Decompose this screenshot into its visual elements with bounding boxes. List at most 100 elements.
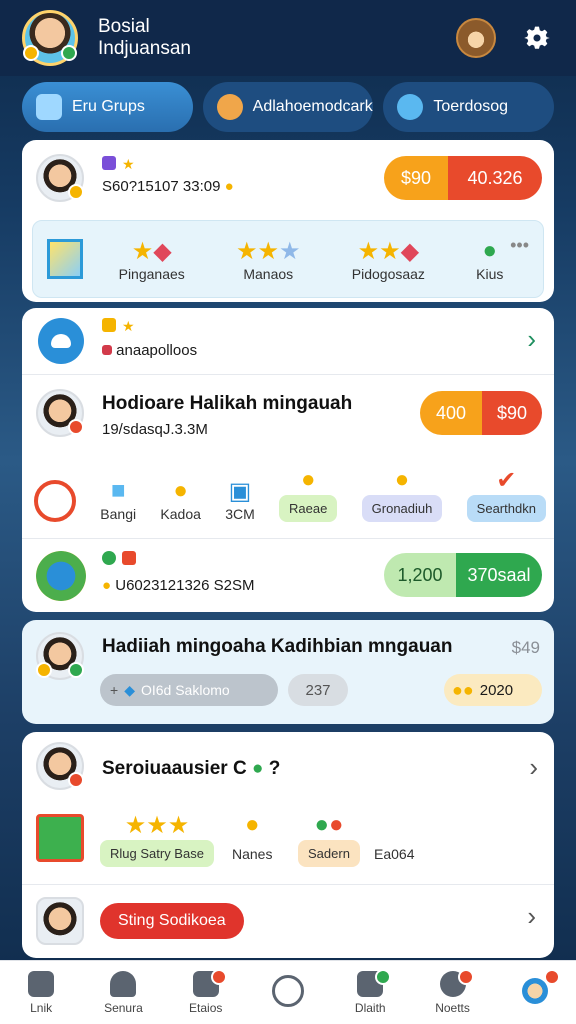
app-title: Bosial Indjuansan: [98, 16, 191, 60]
box-icon: ■: [110, 477, 126, 504]
event-item[interactable]: Ea064: [374, 810, 414, 868]
notification-dot-icon: [457, 969, 474, 985]
target-icon[interactable]: [34, 480, 76, 522]
chat-icon: [102, 156, 116, 170]
chevron-right-icon[interactable]: ›: [527, 324, 536, 355]
item-label: Ea064: [374, 846, 415, 862]
activity-card: ★ anaapolloos › Hodioare Halikah mingaua…: [22, 308, 554, 612]
offer-card: Hadiiah mingoaha Kadihbian mngauan $49 +…: [22, 620, 554, 724]
notification-dot-icon: [543, 969, 560, 985]
user-avatar[interactable]: [36, 154, 84, 202]
nav-label: Senura: [104, 1000, 143, 1015]
reward-label: Pinganaes: [118, 266, 185, 282]
notification-dot-icon: [210, 969, 227, 985]
nav-label: Etaios: [189, 1000, 223, 1015]
reward-row: ● U6023121326 S2SM 1,200 370saal: [22, 538, 554, 612]
home-icon: [28, 970, 55, 997]
action-row: Sting Sodikoea ›: [22, 884, 554, 958]
user-avatar[interactable]: [36, 632, 84, 680]
chip-label: Sadern: [298, 840, 360, 867]
balance-pill[interactable]: $90 40.326: [384, 156, 542, 200]
reward-item[interactable]: ★★ ★ Manaos: [236, 236, 301, 283]
user-avatar[interactable]: [36, 389, 84, 437]
monkey-avatar-icon[interactable]: [456, 18, 496, 58]
gift-item-label: 3CM: [225, 506, 255, 522]
wheel-icon[interactable]: [36, 551, 86, 601]
price-right: $90: [482, 391, 542, 435]
item-label: Nanes: [232, 846, 273, 862]
character-icon: [521, 977, 548, 1004]
reward-label: Kius: [476, 266, 504, 282]
tab-admin[interactable]: Adlahoemodcark: [202, 82, 374, 132]
user-avatar[interactable]: [36, 897, 84, 945]
offer-coins-chip[interactable]: ●● 2020: [444, 674, 542, 706]
profile-avatar[interactable]: [22, 10, 78, 66]
notification-dot-icon: [375, 969, 392, 985]
check-icon: ✔: [496, 466, 517, 494]
tab-label: Adlahoemodcark: [252, 98, 373, 115]
gift-chip[interactable]: ● Raeae: [279, 465, 338, 522]
tab-tournament[interactable]: Toerdosog: [383, 82, 555, 132]
chip-label: Searthdkn: [466, 495, 546, 522]
nav-chat[interactable]: Dlaith: [329, 961, 411, 1024]
gift-chip[interactable]: ✔ Searthdkn: [466, 465, 546, 522]
nav-label: Lnik: [30, 1000, 53, 1015]
leaf-icon: ●: [482, 237, 498, 264]
nav-rocket[interactable]: Senura: [82, 961, 164, 1024]
star-icon: ★★: [357, 237, 401, 265]
more-icon[interactable]: •••: [510, 235, 529, 256]
gift-price-pill[interactable]: 400 $90: [420, 391, 542, 435]
chevron-right-icon[interactable]: ›: [527, 901, 536, 932]
gift-chip[interactable]: ● Gronadiuh: [361, 465, 443, 522]
star-icon: ★★★: [124, 811, 190, 839]
feather-icon: ◆: [400, 237, 420, 265]
star-icon: ★: [122, 156, 135, 172]
offer-title: Hadiiah mingoaha Kadihbian mngauan: [102, 636, 453, 657]
emoji-icon: ●: [224, 178, 234, 195]
reward-item[interactable]: ★★ ◆ Pidogosaaz: [351, 236, 425, 283]
gift-item[interactable]: ■ Bangi: [100, 476, 136, 522]
user-avatar[interactable]: [36, 742, 84, 790]
tag-icon: [122, 551, 136, 565]
plus-icon: +: [110, 682, 119, 698]
gift-subtitle: 19/sdasqJ.3.3M: [102, 421, 208, 438]
offer-chip-left[interactable]: + ◆ OI6d Saklomo: [100, 674, 278, 706]
gift-item[interactable]: ● Kadoa: [160, 476, 200, 522]
nav-tasks[interactable]: Etaios: [165, 961, 247, 1024]
tab-groups[interactable]: Eru Grups: [22, 82, 193, 132]
action-button[interactable]: Sting Sodikoea: [100, 903, 244, 939]
gift-item[interactable]: ▣ 3CM: [225, 476, 255, 523]
reward-item[interactable]: ★ ◆ Pinganaes: [118, 236, 185, 283]
notification-text: anaapolloos: [116, 342, 198, 359]
picture-icon: [47, 239, 83, 279]
star-icon: ★★: [236, 237, 280, 265]
flower-icon: ●: [328, 811, 344, 838]
nav-label: Dlaith: [354, 1000, 386, 1015]
profile-card: ★ S60?15107 33:09 ● $90 40.326 ★ ◆ Pingan…: [22, 140, 554, 302]
event-item[interactable]: ★★★ Rlug Satry Base: [100, 810, 214, 867]
ticket-icon[interactable]: [36, 814, 84, 862]
chevron-right-icon[interactable]: ›: [529, 752, 538, 783]
group-icon: [36, 94, 62, 120]
gear-icon[interactable]: [520, 21, 554, 55]
fruit-icon: ●: [173, 477, 188, 504]
notification-row[interactable]: ★ anaapolloos ›: [22, 308, 554, 374]
nav-profile[interactable]: [494, 961, 576, 1024]
coin-icon: ●●: [452, 679, 474, 700]
event-item[interactable]: ● ● Sadern: [298, 810, 360, 867]
reward-pill[interactable]: 1,200 370saal: [384, 553, 542, 597]
event-item[interactable]: ● Nanes: [232, 810, 272, 868]
coin-icon: [102, 318, 116, 332]
tab-label: Toerdosog: [433, 98, 509, 115]
compass-icon: [271, 974, 304, 1007]
nav-settings[interactable]: Noetts: [411, 961, 493, 1024]
offer-count-chip[interactable]: 237: [288, 674, 348, 706]
coins-icon: ●: [102, 577, 112, 594]
coin-icon: ●: [394, 466, 410, 493]
reward-label: Pidogosaaz: [351, 266, 425, 282]
coin-badge-icon: [36, 662, 52, 678]
nav-home[interactable]: Lnik: [0, 961, 82, 1024]
coin-icon: ●: [244, 811, 260, 838]
reward-item[interactable]: ● Kius: [476, 236, 503, 282]
nav-compass[interactable]: [247, 961, 329, 1024]
